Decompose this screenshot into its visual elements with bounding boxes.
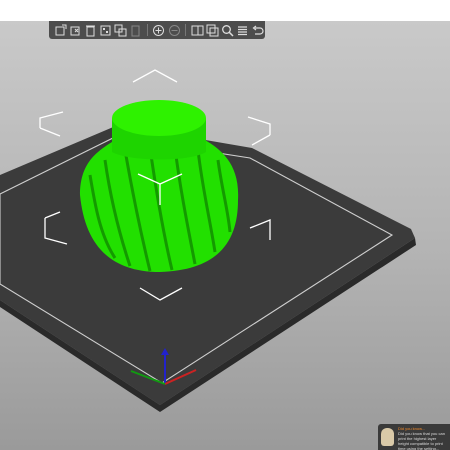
undo-button[interactable] [251, 23, 265, 38]
delete-all-icon [85, 25, 95, 36]
delete-all-button[interactable] [83, 23, 97, 38]
add-button[interactable] [53, 23, 67, 38]
split-objects-icon [191, 25, 204, 35]
copy-button[interactable] [114, 23, 128, 38]
delete-button[interactable] [68, 23, 82, 38]
hint-notification[interactable]: Did you know... Did you know that you ca… [378, 424, 450, 450]
add-instance-button[interactable] [152, 23, 166, 38]
top-toolbar [49, 21, 265, 39]
layers-button[interactable] [236, 23, 250, 38]
scene-canvas[interactable] [0, 21, 450, 450]
toolbar-separator [185, 24, 187, 36]
search-icon [222, 24, 234, 37]
split-parts-icon [206, 24, 219, 36]
undo-icon [252, 25, 264, 35]
split-parts-button[interactable] [205, 23, 219, 38]
paste-button[interactable] [129, 23, 143, 38]
remove-instance-button[interactable] [167, 23, 181, 38]
remove-instance-icon [168, 24, 180, 36]
arrange-icon [100, 25, 111, 35]
search-button[interactable] [220, 23, 234, 38]
split-objects-button[interactable] [190, 23, 204, 38]
3d-viewport[interactable] [0, 21, 450, 450]
delete-icon [70, 26, 80, 35]
add-icon [55, 24, 67, 35]
vase-model[interactable] [80, 100, 239, 272]
toolbar-separator [146, 24, 148, 36]
arrange-button[interactable] [98, 23, 112, 38]
copy-icon [114, 24, 127, 36]
hint-bulb-icon [381, 428, 394, 446]
add-instance-icon [153, 24, 165, 36]
layers-icon [238, 25, 248, 35]
hint-text: Did you know that you can print the high… [398, 431, 445, 450]
paste-icon [131, 25, 140, 36]
